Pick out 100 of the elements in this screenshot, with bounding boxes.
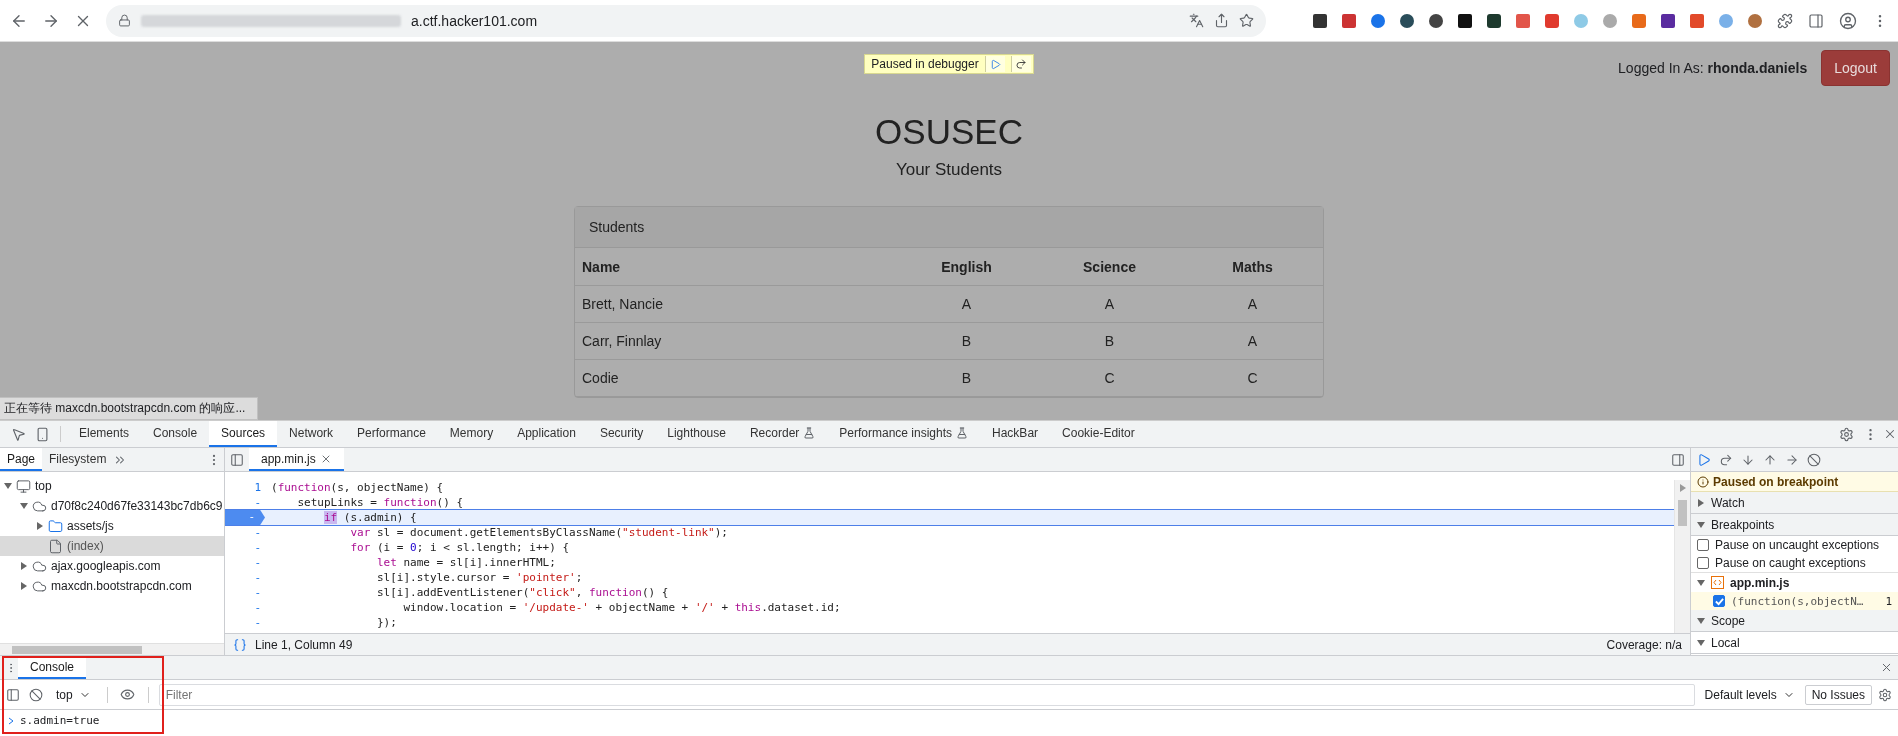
toggle-navigator-icon[interactable] xyxy=(230,452,244,467)
banner-text: Paused in debugger xyxy=(871,57,979,71)
section-header[interactable]: Breakpoints xyxy=(1691,514,1898,536)
translate-icon[interactable] xyxy=(1189,13,1204,28)
tree-item[interactable]: top xyxy=(0,476,224,496)
inspect-icon[interactable] xyxy=(10,426,26,442)
table-cell[interactable]: Brett, Nancie xyxy=(575,296,895,312)
settings-icon[interactable] xyxy=(1838,426,1854,442)
star-icon[interactable] xyxy=(1239,13,1254,28)
devtools-tab[interactable]: Application xyxy=(505,421,588,447)
devtools-tab[interactable]: Performance insights xyxy=(827,421,981,447)
devtools-tab[interactable]: Console xyxy=(141,421,210,447)
scrollbar-thumb[interactable] xyxy=(12,645,142,654)
drawer-tab[interactable]: Console xyxy=(18,656,87,679)
address-bar[interactable]: a.ctf.hacker101.com xyxy=(106,4,1266,37)
horizontal-scrollbar[interactable] xyxy=(0,643,224,655)
tree-item[interactable]: ajax.googleapis.com xyxy=(0,556,224,576)
disclosure-triangle-icon[interactable] xyxy=(36,522,44,530)
context-selector[interactable]: top xyxy=(50,687,97,702)
checkbox[interactable] xyxy=(1713,595,1725,607)
sidebar-icon[interactable] xyxy=(6,687,20,702)
clear-console-icon[interactable] xyxy=(29,687,43,702)
table-cell-text: B xyxy=(960,333,973,349)
settings-icon[interactable] xyxy=(1878,687,1892,702)
extension-icon[interactable] xyxy=(1661,13,1675,28)
disclosure-triangle-icon[interactable] xyxy=(20,562,28,570)
table-cell[interactable]: Carr, Finnlay xyxy=(575,333,895,349)
code-line: sl[i].addEventListener("click", function() { xyxy=(375,586,669,599)
panel-heading: Students xyxy=(575,207,1323,248)
console-input[interactable]: s.admin=true xyxy=(20,714,100,727)
extension-icon[interactable] xyxy=(1400,13,1414,28)
extension-icon[interactable] xyxy=(1458,13,1472,28)
disclosure-triangle-icon[interactable] xyxy=(4,482,12,490)
device-toolbar-icon[interactable] xyxy=(34,426,50,442)
checkbox-option[interactable]: Pause on caught exceptions xyxy=(1691,554,1898,572)
tree-item[interactable]: (index) xyxy=(0,536,224,556)
disclosure-triangle-icon[interactable] xyxy=(1697,498,1705,507)
step-into-icon[interactable] xyxy=(1741,452,1755,467)
breakpoint-item[interactable]: (function(s,objectN… 1 xyxy=(1691,592,1898,610)
step-over-icon[interactable] xyxy=(1015,58,1028,70)
disclosure-triangle-icon[interactable] xyxy=(1697,578,1705,587)
devtools-tab[interactable]: Network xyxy=(277,421,346,447)
toggle-debugger-icon[interactable] xyxy=(1671,452,1685,467)
devtools-tab[interactable]: Security xyxy=(587,421,656,447)
line-number: - xyxy=(253,541,262,554)
issues-button[interactable]: No Issues xyxy=(1804,684,1872,705)
navigator-tab[interactable]: Page xyxy=(0,448,43,471)
devtools-tab[interactable]: Recorder xyxy=(737,421,828,447)
devtools-tab[interactable]: HackBar xyxy=(980,421,1051,447)
disclosure-triangle-icon[interactable] xyxy=(1697,638,1705,647)
prompt-icon xyxy=(8,716,14,725)
section-header[interactable]: Scope xyxy=(1691,610,1898,632)
checkbox-option[interactable]: Pause on uncaught exceptions xyxy=(1691,536,1898,554)
side-panel-icon[interactable] xyxy=(1808,12,1824,29)
logout-button[interactable]: Logout xyxy=(1821,50,1890,86)
lock-icon[interactable] xyxy=(118,14,131,27)
profile-icon[interactable] xyxy=(1839,11,1857,30)
vertical-scrollbar[interactable] xyxy=(1674,480,1690,633)
devtools-tab[interactable]: Lighthouse xyxy=(655,421,738,447)
eye-icon[interactable] xyxy=(120,687,136,702)
tree-item[interactable]: maxcdn.bootstrapcdn.com xyxy=(0,576,224,596)
column-header: Name xyxy=(581,258,622,275)
disclosure-triangle-icon[interactable] xyxy=(20,582,28,590)
step-over-icon[interactable] xyxy=(1719,452,1733,467)
resume-icon[interactable] xyxy=(1697,452,1711,467)
scrollbar-thumb[interactable] xyxy=(1678,500,1687,526)
extension-icon[interactable] xyxy=(1313,13,1327,28)
info-icon xyxy=(1697,475,1709,488)
table-cell-text: B xyxy=(960,370,973,386)
disclosure-triangle-icon[interactable] xyxy=(1697,616,1705,625)
section-header[interactable]: Watch xyxy=(1691,492,1898,514)
extension-icon[interactable] xyxy=(1487,13,1501,28)
code-line: window.location = '/update-' + objectName + '/' + this.dataset.id; xyxy=(402,601,841,614)
cursor-position: Line 1, Column 49 xyxy=(255,637,353,652)
devtools-tab[interactable]: Elements xyxy=(67,421,142,447)
line-number: - xyxy=(253,496,262,509)
pretty-print-icon[interactable] xyxy=(233,637,247,652)
devtools-tab[interactable]: Memory xyxy=(437,421,506,447)
filter-field[interactable]: Filter xyxy=(158,683,1695,706)
share-icon[interactable] xyxy=(1214,13,1229,28)
table-cell[interactable]: Codie xyxy=(575,370,895,386)
puzzle-icon[interactable] xyxy=(1777,12,1793,29)
devtools-tab[interactable]: Performance xyxy=(345,421,438,447)
step-out-icon[interactable] xyxy=(1763,452,1777,467)
extension-icon[interactable] xyxy=(1429,13,1443,28)
monitor-icon xyxy=(16,478,31,494)
deactivate-breakpoints-icon[interactable] xyxy=(1807,452,1821,467)
line-number: - xyxy=(253,586,262,599)
step-icon[interactable] xyxy=(1785,452,1799,467)
disclosure-triangle-icon[interactable] xyxy=(20,502,28,510)
tree-item[interactable]: d70f8c240d67fe33143bc7db6c9 xyxy=(0,496,224,516)
levels-dropdown[interactable]: Default levels xyxy=(1698,687,1801,702)
close-icon[interactable] xyxy=(1883,427,1897,441)
devtools-tab[interactable]: Cookie-Editor xyxy=(1050,421,1147,447)
navigator-tab[interactable]: Filesystem xyxy=(42,448,114,471)
disclosure-triangle-icon[interactable] xyxy=(1697,520,1705,529)
tree-item[interactable]: assets/js xyxy=(0,516,224,536)
resume-icon[interactable] xyxy=(989,58,1001,70)
code-line: }); xyxy=(375,616,397,629)
devtools-tab[interactable]: Sources xyxy=(209,421,278,447)
